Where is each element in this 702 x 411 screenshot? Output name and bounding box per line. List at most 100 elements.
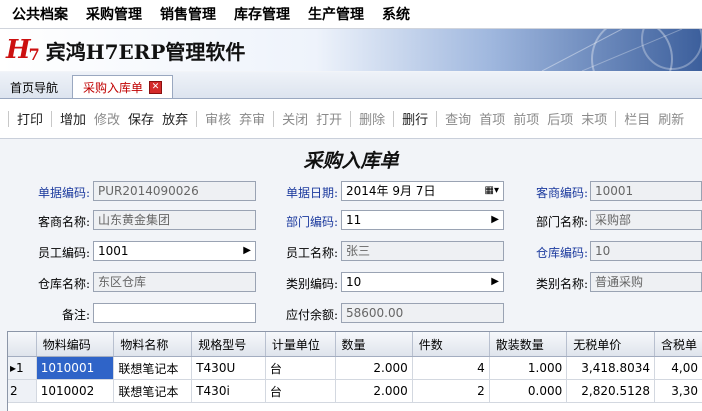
wh-name-field[interactable]: 东区仓库 — [93, 272, 256, 292]
dept-code-field[interactable]: 11 ▶ — [341, 210, 504, 230]
query-button[interactable]: 查询 — [445, 109, 471, 128]
emp-name-field[interactable]: 张三 — [341, 241, 504, 261]
col-spec[interactable]: 规格型号 — [192, 332, 266, 357]
form-title: 采购入库单 — [0, 146, 702, 173]
delete-row-button[interactable]: 删行 — [402, 109, 428, 128]
menu-purchase[interactable]: 采购管理 — [86, 4, 142, 24]
app-logo: H 7 — [6, 35, 40, 65]
logo-h: H — [6, 35, 31, 65]
table-row[interactable]: ▸1 1010001 联想笔记本 T430U 台 2.000 4 1.000 3… — [8, 357, 702, 380]
payable-field: 58600.00 — [341, 303, 504, 323]
col-qty[interactable]: 数量 — [335, 332, 412, 357]
cell-price-excl-tax[interactable]: 3,418.8034 — [567, 357, 655, 380]
arrow-right-icon[interactable]: ▶ — [243, 242, 251, 260]
toolbar-separator — [8, 111, 9, 127]
cell-qty[interactable]: 2.000 — [335, 380, 412, 403]
emp-code-value: 1001 — [98, 244, 129, 258]
save-button[interactable]: 保存 — [128, 109, 154, 128]
close-doc-button[interactable]: 关闭 — [282, 109, 308, 128]
add-button[interactable]: 增加 — [60, 109, 86, 128]
menu-system[interactable]: 系统 — [382, 4, 410, 24]
calendar-dropdown-icon[interactable]: ▦▾ — [485, 182, 499, 200]
detail-table: 物料编码 物料名称 规格型号 计量单位 数量 件数 散装数量 无税单价 含税单 … — [8, 332, 702, 403]
toolbar-separator — [436, 111, 437, 127]
toolbar-separator — [51, 111, 52, 127]
table-header-row: 物料编码 物料名称 规格型号 计量单位 数量 件数 散装数量 无税单价 含税单 — [8, 332, 702, 357]
col-loose-qty[interactable]: 散装数量 — [489, 332, 567, 357]
tab-bar: 首页导航 采购入库单 ✕ — [0, 72, 702, 99]
edit-button[interactable]: 修改 — [94, 109, 120, 128]
dept-code-value: 11 — [346, 213, 361, 227]
row-marker[interactable]: ▸1 — [8, 357, 36, 380]
cat-code-field[interactable]: 10 ▶ — [341, 272, 504, 292]
doc-no-field[interactable]: PUR2014090026 — [93, 181, 256, 201]
arrow-right-icon[interactable]: ▶ — [491, 211, 499, 229]
cell-loose-qty[interactable]: 1.000 — [489, 357, 567, 380]
tab-label: 首页导航 — [10, 79, 58, 96]
detail-grid: 物料编码 物料名称 规格型号 计量单位 数量 件数 散装数量 无税单价 含税单 … — [7, 331, 702, 411]
last-button[interactable]: 末项 — [581, 109, 607, 128]
tab-purchase-receipt[interactable]: 采购入库单 ✕ — [72, 75, 173, 98]
columns-button[interactable]: 栏目 — [624, 109, 650, 128]
col-material-name[interactable]: 物料名称 — [114, 332, 192, 357]
cat-name-field[interactable]: 普通采购 — [590, 272, 702, 292]
col-pieces[interactable]: 件数 — [412, 332, 489, 357]
vendor-name-label: 客商名称: — [20, 213, 90, 230]
note-field[interactable] — [93, 303, 256, 323]
print-button[interactable]: 打印 — [17, 109, 43, 128]
menu-inventory[interactable]: 库存管理 — [234, 4, 290, 24]
approve-button[interactable]: 审核 — [205, 109, 231, 128]
col-price-incl-tax[interactable]: 含税单 — [655, 332, 702, 357]
app-title: 宾鸿H7ERP管理软件 — [46, 36, 246, 65]
menu-public-archive[interactable]: 公共档案 — [12, 4, 68, 24]
menu-production[interactable]: 生产管理 — [308, 4, 364, 24]
cell-unit[interactable]: 台 — [265, 357, 335, 380]
cell-material-code[interactable]: 1010002 — [36, 380, 114, 403]
table-row[interactable]: 2 1010002 联想笔记本 T430i 台 2.000 2 0.000 2,… — [8, 380, 702, 403]
cell-qty[interactable]: 2.000 — [335, 357, 412, 380]
col-unit[interactable]: 计量单位 — [265, 332, 335, 357]
cell-price-excl-tax[interactable]: 2,820.5128 — [567, 380, 655, 403]
cell-spec[interactable]: T430U — [192, 357, 266, 380]
col-price-excl-tax[interactable]: 无税单价 — [567, 332, 655, 357]
previous-button[interactable]: 前项 — [513, 109, 539, 128]
vendor-name-field[interactable]: 山东黄金集团 — [93, 210, 256, 230]
emp-code-field[interactable]: 1001 ▶ — [93, 241, 256, 261]
logo-7: 7 — [29, 45, 40, 64]
cell-price-incl-tax[interactable]: 3,30 — [655, 380, 702, 403]
doc-date-field[interactable]: 2014年 9月 7日 ▦▾ — [341, 181, 504, 201]
first-button[interactable]: 首项 — [479, 109, 505, 128]
refresh-button[interactable]: 刷新 — [658, 109, 684, 128]
dept-name-field[interactable]: 采购部 — [590, 210, 702, 230]
cell-material-code[interactable]: 1010001 — [36, 357, 114, 380]
delete-button[interactable]: 删除 — [359, 109, 385, 128]
cell-pieces[interactable]: 2 — [412, 380, 489, 403]
row-marker[interactable]: 2 — [8, 380, 36, 403]
cell-price-incl-tax[interactable]: 4,00 — [655, 357, 702, 380]
cell-pieces[interactable]: 4 — [412, 357, 489, 380]
payable-label: 应付余额: — [268, 306, 338, 323]
wh-code-field[interactable]: 10 — [590, 241, 702, 261]
col-material-code[interactable]: 物料编码 — [36, 332, 114, 357]
cat-code-value: 10 — [346, 275, 361, 289]
cell-unit[interactable]: 台 — [265, 380, 335, 403]
close-icon[interactable]: ✕ — [149, 81, 162, 94]
app-banner: H 7 宾鸿H7ERP管理软件 — [0, 29, 702, 71]
arrow-right-icon[interactable]: ▶ — [491, 273, 499, 291]
row-header-corner — [8, 332, 36, 357]
cell-material-name[interactable]: 联想笔记本 — [114, 357, 192, 380]
cat-name-label: 类别名称: — [518, 275, 588, 292]
cell-material-name[interactable]: 联想笔记本 — [114, 380, 192, 403]
tab-label: 采购入库单 — [83, 79, 143, 96]
open-doc-button[interactable]: 打开 — [316, 109, 342, 128]
cell-spec[interactable]: T430i — [192, 380, 266, 403]
vendor-code-field[interactable]: 10001 — [590, 181, 702, 201]
menu-sales[interactable]: 销售管理 — [160, 4, 216, 24]
dept-code-label: 部门编码: — [268, 213, 338, 230]
discard-button[interactable]: 放弃 — [162, 109, 188, 128]
tab-home-navigation[interactable]: 首页导航 — [0, 76, 68, 98]
toolbar: 打印 增加 修改 保存 放弃 审核 弃审 关闭 打开 删除 删行 查询 首项 前… — [0, 99, 702, 139]
next-button[interactable]: 后项 — [547, 109, 573, 128]
unapprove-button[interactable]: 弃审 — [239, 109, 265, 128]
cell-loose-qty[interactable]: 0.000 — [489, 380, 567, 403]
